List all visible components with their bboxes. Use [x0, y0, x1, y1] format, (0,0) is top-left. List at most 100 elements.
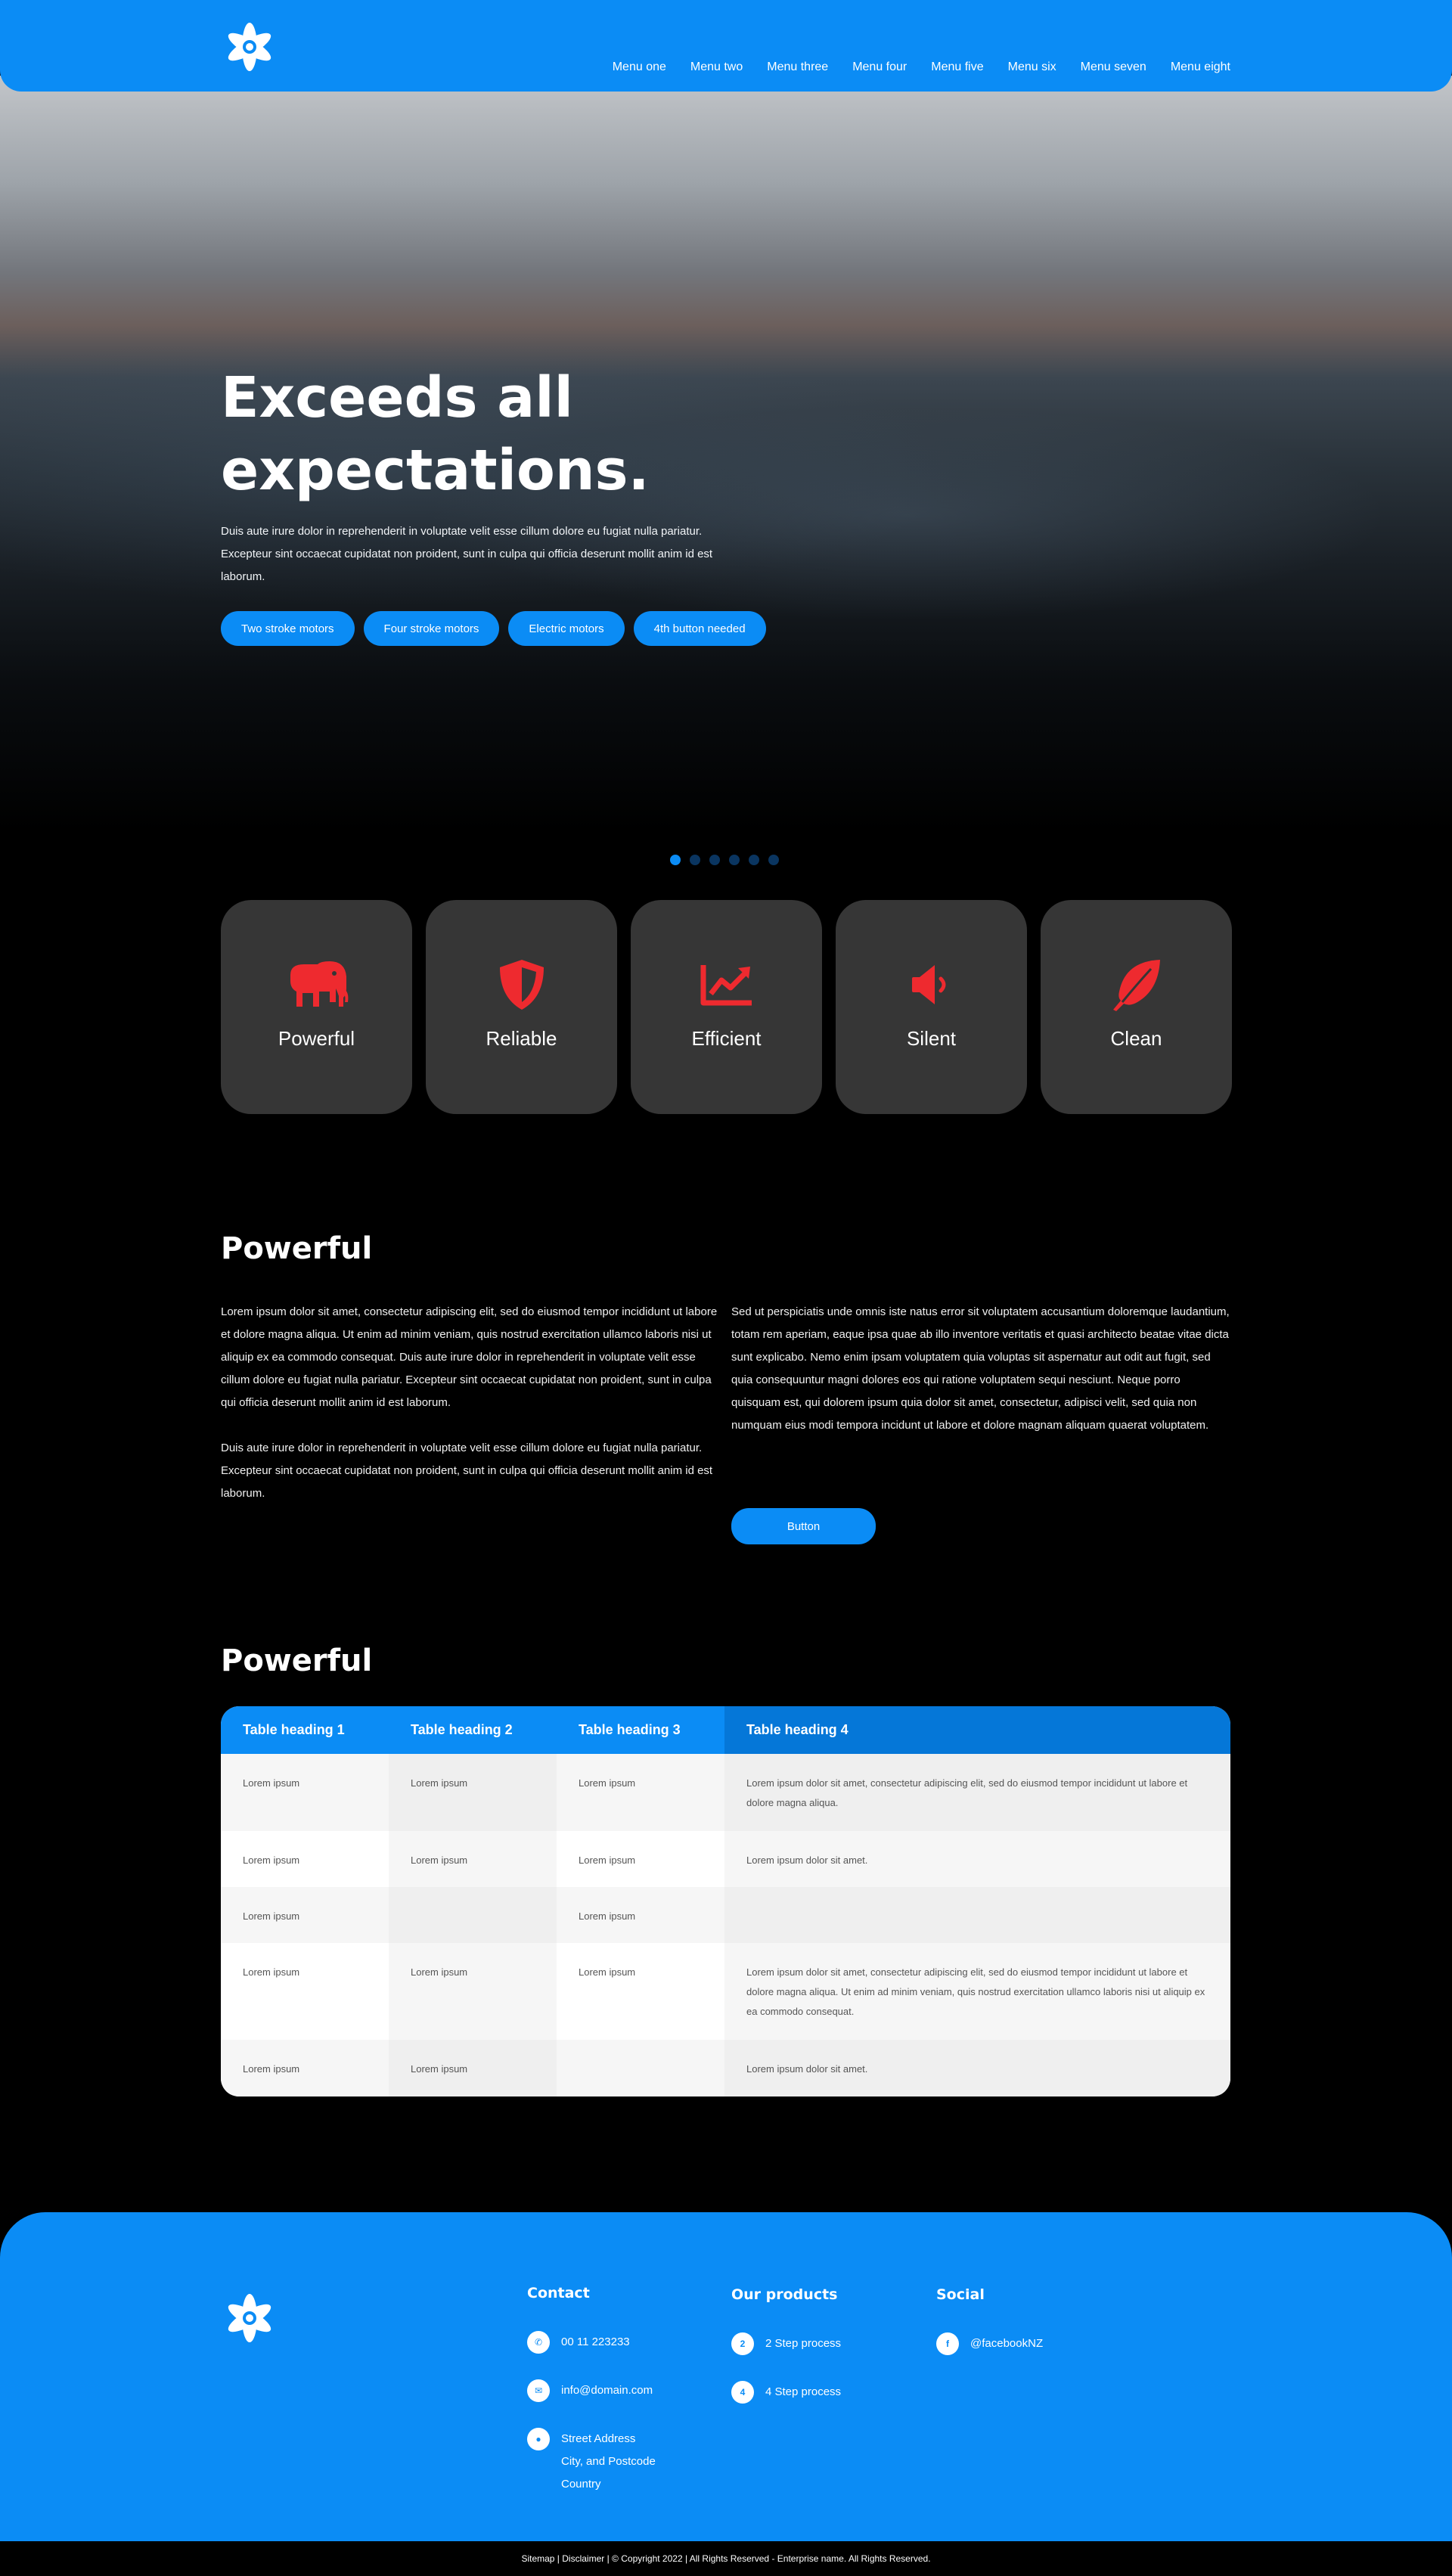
footer-product-2-step[interactable]: 2 2 Step process [731, 2332, 841, 2355]
footer-email[interactable]: ✉ info@domain.com [527, 2379, 653, 2402]
nav-menu-three[interactable]: Menu three [767, 61, 828, 74]
nav-menu-four[interactable]: Menu four [852, 61, 907, 74]
table-cell: Lorem ipsum [221, 2040, 389, 2096]
footer-products-title: Our products [731, 2286, 838, 2303]
hero-title: Exceeds all expectations. [221, 362, 826, 507]
envelope-icon: ✉ [527, 2379, 550, 2402]
left-paragraph-2: Duis aute irure dolor in reprehenderit i… [221, 1442, 713, 1500]
nav-menu-seven[interactable]: Menu seven [1081, 61, 1146, 74]
carousel-dot-1[interactable] [670, 855, 681, 865]
table-cell: Lorem ipsum [221, 1887, 389, 1943]
nav-menu-two[interactable]: Menu two [690, 61, 743, 74]
chart-line-icon [693, 954, 761, 1015]
address-line-2: City, and Postcode [561, 2455, 656, 2468]
feature-card-clean[interactable]: Clean [1041, 900, 1232, 1114]
feature-card-efficient[interactable]: Efficient [631, 900, 822, 1114]
hero-title-line-1: Exceeds all [221, 365, 573, 430]
feature-cards: Powerful Reliable Efficient Silent Clean [221, 900, 1232, 1114]
data-table: Table heading 1 Table heading 2 Table he… [221, 1706, 1230, 2096]
carousel-dot-5[interactable] [749, 855, 759, 865]
section-title-table: Powerful [221, 1643, 373, 1678]
table-cell: Lorem ipsum [389, 1943, 557, 2040]
leaf-icon [1103, 954, 1171, 1015]
footer-product-text: 2 Step process [765, 2337, 842, 2350]
footer-address: ● Street Address City, and Postcode Coun… [527, 2428, 656, 2496]
table-cell: Lorem ipsum dolor sit amet, consectetur … [724, 1754, 1230, 1831]
section-button[interactable]: Button [731, 1508, 876, 1544]
carousel-dot-3[interactable] [709, 855, 720, 865]
table-cell [724, 1887, 1230, 1943]
footer-facebook-text: @facebookNZ [970, 2337, 1044, 2350]
table-cell: Lorem ipsum [389, 2040, 557, 2096]
carousel-dot-6[interactable] [768, 855, 779, 865]
phone-icon: ✆ [527, 2331, 550, 2354]
atom-flower-logo[interactable] [219, 17, 280, 77]
table-row: Lorem ipsum Lorem ipsum Lorem ipsum Lore… [221, 1754, 1230, 1831]
table-cell: Lorem ipsum [389, 1754, 557, 1831]
nav-menu-eight[interactable]: Menu eight [1171, 61, 1230, 74]
table-cell: Lorem ipsum [221, 1754, 389, 1831]
table-cell [389, 1887, 557, 1943]
fourth-button[interactable]: 4th button needed [633, 611, 766, 646]
feature-label: Clean [1110, 1027, 1162, 1050]
footer-phone[interactable]: ✆ 00 11 223233 [527, 2331, 630, 2354]
nav-menu-six[interactable]: Menu six [1008, 61, 1056, 74]
table-cell: Lorem ipsum [557, 1887, 724, 1943]
carousel-dots [670, 855, 779, 865]
table-row: Lorem ipsum Lorem ipsum Lorem ipsum dolo… [221, 2040, 1230, 2096]
copyright-bar: Sitemap | Disclaimer | © Copyright 2022 … [0, 2541, 1452, 2576]
feature-card-silent[interactable]: Silent [836, 900, 1027, 1114]
footer-facebook-link[interactable]: f @facebookNZ [936, 2332, 1043, 2355]
table-cell: Lorem ipsum dolor sit amet. [724, 2040, 1230, 2096]
table-cell: Lorem ipsum [557, 1831, 724, 1887]
table-cell [557, 2040, 724, 2096]
table-heading-1: Table heading 1 [221, 1706, 389, 1754]
hero-button-group: Two stroke motors Four stroke motors Ele… [221, 611, 766, 646]
carousel-dot-2[interactable] [690, 855, 700, 865]
site-header: Menu one Menu two Menu three Menu four M… [0, 0, 1452, 92]
address-line-3: Country [561, 2478, 601, 2491]
table-heading-3: Table heading 3 [557, 1706, 724, 1754]
footer-product-text: 4 Step process [765, 2385, 842, 2398]
table-row: Lorem ipsum Lorem ipsum [221, 1887, 1230, 1943]
table-cell: Lorem ipsum [557, 1754, 724, 1831]
table-header-row: Table heading 1 Table heading 2 Table he… [221, 1706, 1230, 1754]
nav-menu-one[interactable]: Menu one [613, 61, 666, 74]
shield-icon [488, 954, 556, 1015]
feature-card-powerful[interactable]: Powerful [221, 900, 412, 1114]
hero-text: Duis aute irure dolor in reprehenderit i… [221, 525, 713, 583]
feature-label: Reliable [486, 1027, 557, 1050]
table-heading-4: Table heading 4 [724, 1706, 1230, 1754]
section-right-column: Sed ut perspiciatis unde omnis iste natu… [731, 1301, 1230, 1437]
table-cell: Lorem ipsum dolor sit amet. [724, 1831, 1230, 1887]
footer-social-title: Social [936, 2286, 985, 2303]
footer-address-text: Street Address City, and Postcode Countr… [561, 2428, 656, 2496]
table-cell: Lorem ipsum [557, 1943, 724, 2040]
footer-product-4-step[interactable]: 4 4 Step process [731, 2381, 841, 2404]
number-4-icon: 4 [731, 2381, 754, 2404]
two-stroke-motors-button[interactable]: Two stroke motors [221, 611, 355, 646]
footer-phone-text: 00 11 223233 [561, 2335, 630, 2348]
map-pin-icon: ● [527, 2428, 550, 2450]
feature-label: Powerful [278, 1027, 355, 1050]
feature-card-reliable[interactable]: Reliable [426, 900, 617, 1114]
table-cell: Lorem ipsum [221, 1943, 389, 2040]
section-left-column: Lorem ipsum dolor sit amet, consectetur … [221, 1301, 720, 1505]
speaker-icon [898, 954, 966, 1015]
footer-email-text: info@domain.com [561, 2384, 653, 2397]
section-title-powerful: Powerful [221, 1231, 373, 1266]
table-cell: Lorem ipsum dolor sit amet, consectetur … [724, 1943, 1230, 2040]
hero-title-line-2: expectations. [221, 438, 650, 503]
nav-menu-five[interactable]: Menu five [931, 61, 983, 74]
table-row: Lorem ipsum Lorem ipsum Lorem ipsum Lore… [221, 1943, 1230, 2040]
feature-label: Efficient [691, 1027, 762, 1050]
footer-logo[interactable] [219, 2288, 280, 2348]
address-line-1: Street Address [561, 2432, 636, 2445]
carousel-dot-4[interactable] [729, 855, 740, 865]
left-paragraph-1: Lorem ipsum dolor sit amet, consectetur … [221, 1305, 718, 1409]
four-stroke-motors-button[interactable]: Four stroke motors [363, 611, 500, 646]
main-nav: Menu one Menu two Menu three Menu four M… [588, 61, 1230, 74]
electric-motors-button[interactable]: Electric motors [508, 611, 625, 646]
hero-slider: Exceeds all expectations. Duis aute irur… [0, 76, 1452, 865]
number-2-icon: 2 [731, 2332, 754, 2355]
